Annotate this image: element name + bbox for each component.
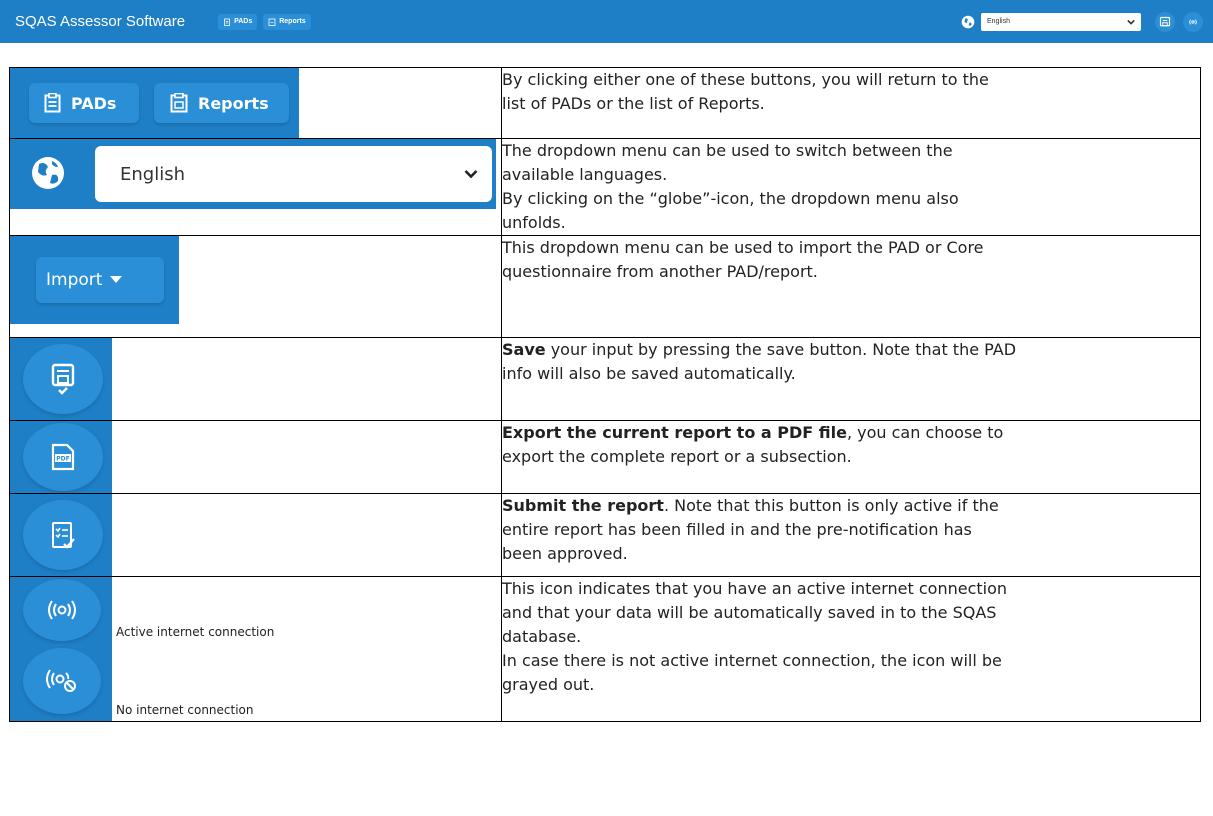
submit-report-button[interactable] — [23, 500, 103, 570]
reports-nav-button[interactable]: Reports — [263, 13, 311, 30]
save-panel — [10, 338, 112, 420]
save-icon — [51, 363, 75, 395]
language-select[interactable]: English — [981, 12, 1141, 31]
reports-button-label: Reports — [198, 93, 269, 113]
pdf-icon: PDF — [51, 443, 75, 471]
connection-status-button[interactable] — [1183, 11, 1203, 32]
description-line: database. — [502, 627, 582, 646]
description-line: By clicking on the “globe”-icon, the dro… — [502, 189, 959, 208]
illustration-cell: Import — [9, 235, 502, 338]
description-line: been approved. — [502, 544, 628, 563]
description-cell: The dropdown menu can be used to switch … — [501, 138, 1201, 236]
chevron-down-icon — [464, 170, 478, 179]
caret-down-icon — [110, 276, 123, 283]
pads-button[interactable]: PADs — [29, 83, 139, 123]
description-text: your input by pressing the save button. … — [545, 340, 1017, 359]
description-line: unfolds. — [502, 213, 566, 232]
save-icon — [1159, 16, 1171, 26]
description-line: available languages. — [502, 165, 668, 184]
export-pdf-button[interactable]: PDF — [23, 423, 103, 491]
description-line: This dropdown menu can be used to import… — [502, 238, 984, 257]
language-panel: English — [10, 139, 496, 209]
top-bar: SQAS Assessor Software PADs Reports Engl… — [0, 0, 1213, 43]
globe-icon[interactable] — [30, 155, 66, 191]
report-icon — [170, 93, 188, 113]
globe-icon[interactable] — [961, 15, 975, 29]
report-icon — [268, 18, 276, 26]
reports-nav-label: Reports — [279, 18, 306, 25]
import-panel: Import — [10, 236, 179, 324]
import-button-label: Import — [46, 270, 103, 290]
description-cell: By clicking either one of these buttons,… — [501, 67, 1201, 139]
checklist-icon — [52, 522, 75, 549]
pads-nav-label: PADs — [234, 18, 253, 25]
clipboard-icon — [44, 93, 61, 113]
app-title: SQAS Assessor Software — [15, 13, 186, 30]
no-connection-caption: No internet connection — [116, 703, 254, 717]
illustration-cell: PDF — [9, 420, 502, 494]
illustration-cell: PADs Reports — [9, 67, 502, 139]
table-row: English The dropdown menu can be used to… — [9, 138, 1201, 236]
language-select-large[interactable]: English — [95, 146, 492, 202]
description-line: and that your data will be automatically… — [502, 603, 997, 622]
export-panel: PDF — [10, 421, 112, 493]
description-line: Submit the report. Note that this button… — [502, 494, 1200, 518]
active-connection-panel — [10, 577, 112, 644]
table-row: PADs Reports By clicking either one of t… — [9, 67, 1201, 139]
description-line: This icon indicates that you have an act… — [502, 579, 1008, 598]
illustration-cell — [9, 337, 502, 421]
broadcast-icon — [1189, 18, 1197, 25]
description-bold: Submit the report — [502, 496, 664, 515]
table-row: Save your input by pressing the save but… — [9, 337, 1201, 421]
illustration-cell — [9, 493, 502, 577]
broadcast-icon — [48, 600, 76, 620]
save-button[interactable] — [1155, 11, 1175, 32]
connection-offline-icon-button[interactable] — [23, 648, 101, 714]
clipboard-icon — [224, 18, 230, 26]
description-cell: This dropdown menu can be used to import… — [501, 235, 1201, 338]
inactive-connection-panel — [10, 644, 112, 721]
table-row: PDF Export the current report to a PDF f… — [9, 420, 1201, 494]
table-row: Import This dropdown menu can be used to… — [9, 235, 1201, 338]
description-cell: Submit the report. Note that this button… — [501, 493, 1201, 577]
description-text: . Note that this button is only active i… — [663, 496, 999, 515]
description-line: entire report has been filled in and the… — [502, 520, 972, 539]
description-cell: Save your input by pressing the save but… — [501, 337, 1201, 421]
table-row: Submit the report. Note that this button… — [9, 493, 1201, 577]
submit-panel — [10, 494, 112, 576]
save-button[interactable] — [23, 344, 103, 414]
table-row: Active internet connection No internet c… — [9, 576, 1201, 722]
chevron-down-icon — [1127, 19, 1135, 25]
pads-nav-button[interactable]: PADs — [218, 13, 258, 30]
illustration-cell: English — [9, 138, 502, 236]
illustration-cell: Active internet connection No internet c… — [9, 576, 502, 722]
connection-active-icon-button[interactable] — [23, 579, 101, 641]
connection-illustration: Active internet connection No internet c… — [10, 577, 501, 721]
svg-text:PDF: PDF — [56, 456, 69, 463]
active-connection-caption: Active internet connection — [116, 625, 275, 639]
description-line: In case there is not active internet con… — [502, 651, 1002, 670]
nav-buttons-panel: PADs Reports — [10, 68, 299, 138]
description-cell: Export the current report to a PDF file,… — [501, 420, 1201, 494]
broadcast-off-icon — [46, 669, 76, 692]
description-line: list of PADs or the list of Reports. — [502, 94, 765, 113]
description-bold: Export the current report to a PDF file — [502, 423, 847, 442]
reports-button[interactable]: Reports — [154, 83, 289, 123]
help-table: PADs Reports By clicking either one of t… — [9, 67, 1201, 722]
description-line: The dropdown menu can be used to switch … — [502, 141, 953, 160]
description-line: Export the current report to a PDF file,… — [502, 421, 1200, 445]
pads-button-label: PADs — [71, 93, 117, 113]
description-bold: Save — [502, 340, 546, 359]
description-line: By clicking either one of these buttons,… — [502, 70, 989, 89]
description-line: questionnaire from another PAD/report. — [502, 262, 818, 281]
description-line: grayed out. — [502, 675, 595, 694]
language-select-value: English — [120, 163, 185, 185]
description-cell: This icon indicates that you have an act… — [501, 576, 1201, 722]
description-text: , you can choose to — [846, 423, 1004, 442]
description-line: export the complete report or a subsecti… — [502, 447, 852, 466]
language-select-value: English — [987, 18, 1010, 25]
description-line: info will also be saved automatically. — [502, 364, 796, 383]
description-line: Save your input by pressing the save but… — [502, 338, 1200, 362]
import-dropdown-button[interactable]: Import — [36, 257, 164, 303]
